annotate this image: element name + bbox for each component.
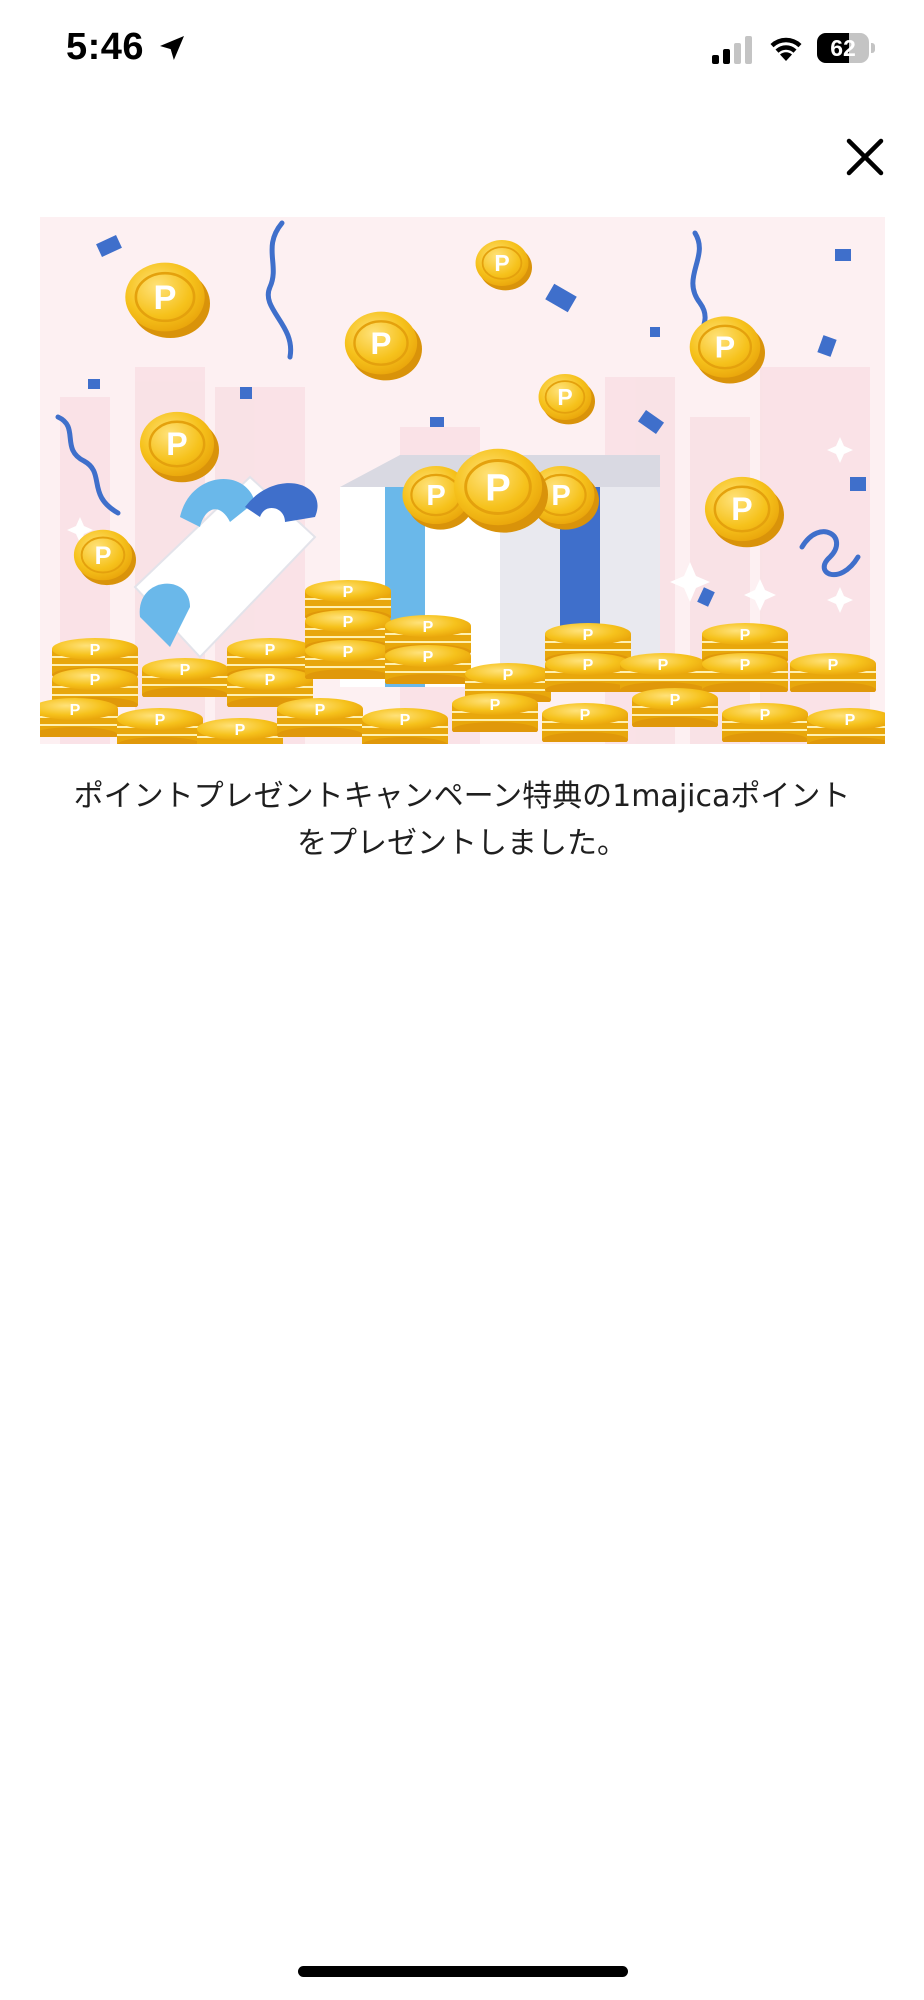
wifi-icon — [770, 37, 802, 61]
status-bar: 5:46 62 — [0, 0, 924, 100]
close-button[interactable] — [840, 132, 890, 182]
cellular-signal-icon — [712, 36, 752, 64]
campaign-banner-image: P P — [40, 217, 885, 744]
home-indicator[interactable] — [298, 1966, 628, 1977]
close-icon — [846, 138, 884, 176]
status-time: 5:46 — [66, 26, 145, 68]
gold-points-gift-box-illustration: P P — [40, 217, 885, 744]
battery-icon: 62 — [817, 33, 875, 63]
battery-level: 62 — [830, 35, 856, 61]
campaign-message: ポイントプレゼントキャンペーン特典の1majicaポイントをプレゼントしました。 — [73, 779, 851, 861]
location-arrow-icon — [160, 36, 184, 60]
